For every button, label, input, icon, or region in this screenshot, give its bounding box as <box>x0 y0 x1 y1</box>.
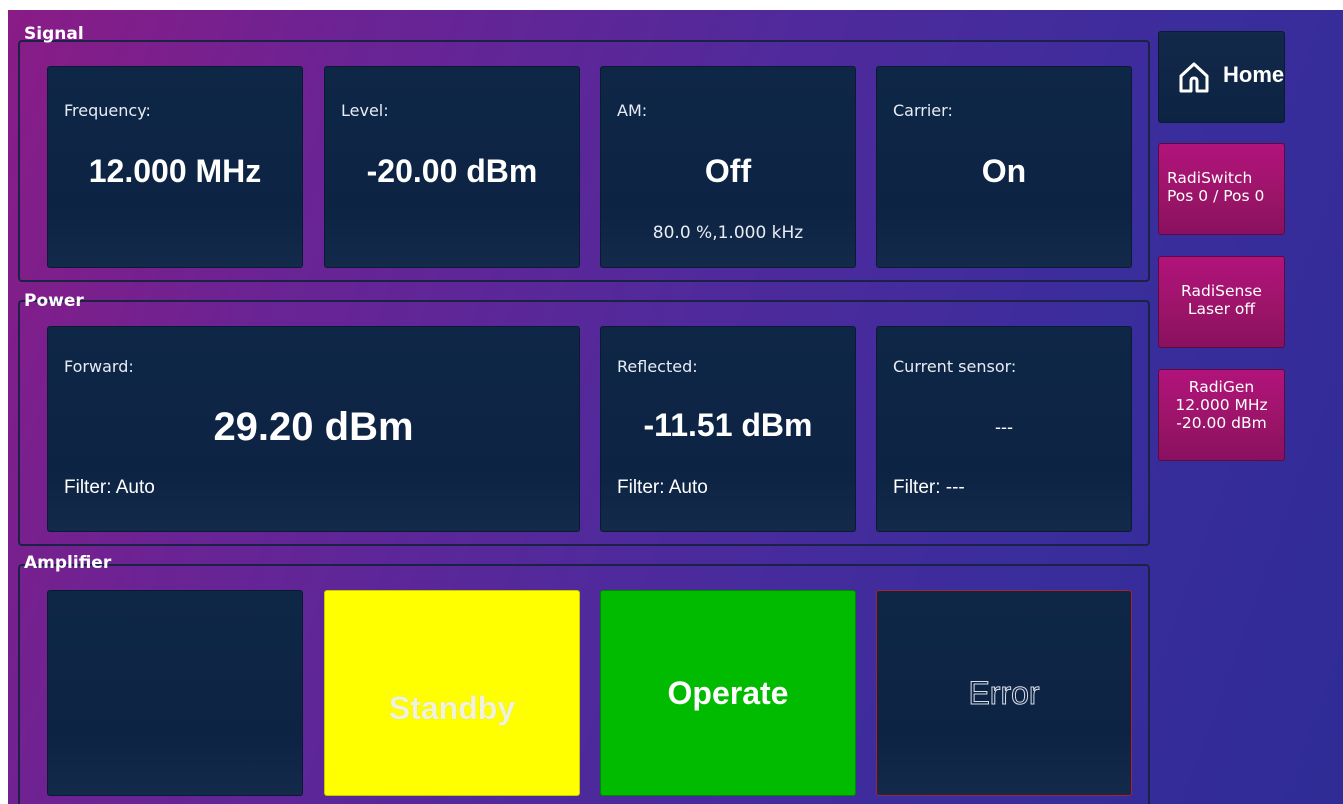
standby-button[interactable]: Standby <box>324 590 580 796</box>
forward-filter: Filter: Auto <box>64 477 155 498</box>
instrument-screen: Signal Frequency: 12.000 MHz Level: -20.… <box>8 10 1343 804</box>
current-sensor-tile[interactable]: Current sensor: --- Filter: --- <box>876 326 1132 532</box>
level-value: -20.00 dBm <box>366 153 538 189</box>
home-label: Home <box>1223 62 1285 87</box>
level-label: Level: <box>341 101 389 120</box>
carrier-label: Carrier: <box>893 101 953 120</box>
reflected-power-tile[interactable]: Reflected: -11.51 dBm Filter: Auto <box>600 326 856 532</box>
radigen-title: RadiGen <box>1188 378 1255 396</box>
radisense-status: Laser off <box>1187 300 1256 318</box>
current-sensor-value: --- <box>995 417 1013 437</box>
frequency-label: Frequency: <box>64 101 151 120</box>
am-label: AM: <box>617 101 648 120</box>
signal-group-title: Signal <box>24 24 84 44</box>
radigen-frequency: 12.000 MHz <box>1175 396 1268 414</box>
radigen-level: -20.00 dBm <box>1176 414 1267 432</box>
radisense-title: RadiSense <box>1181 282 1262 300</box>
home-icon <box>1177 60 1211 94</box>
level-tile[interactable]: Level: -20.00 dBm <box>324 66 580 268</box>
reflected-value: -11.51 dBm <box>643 407 813 443</box>
radiswitch-position: Pos 0 / Pos 0 <box>1167 187 1265 205</box>
power-group-title: Power <box>24 291 84 311</box>
am-detail: 80.0 %,1.000 kHz <box>652 223 804 243</box>
reflected-label: Reflected: <box>617 357 698 376</box>
forward-value: 29.20 dBm <box>213 405 414 449</box>
radiswitch-title: RadiSwitch <box>1167 169 1253 187</box>
amplifier-group-title: Amplifier <box>24 553 112 573</box>
current-sensor-filter: Filter: --- <box>893 477 965 498</box>
current-sensor-label: Current sensor: <box>893 357 1017 376</box>
error-indicator: Error <box>876 590 1132 796</box>
frequency-value: 12.000 MHz <box>88 153 262 189</box>
am-value: Off <box>704 153 752 189</box>
home-button[interactable]: Home <box>1158 31 1285 123</box>
reflected-filter: Filter: Auto <box>617 477 708 498</box>
radigen-button[interactable]: RadiGen 12.000 MHz -20.00 dBm <box>1158 369 1285 461</box>
carrier-tile[interactable]: Carrier: On <box>876 66 1132 268</box>
radiswitch-button[interactable]: RadiSwitch Pos 0 / Pos 0 <box>1158 143 1285 235</box>
am-tile[interactable]: AM: Off 80.0 %,1.000 kHz <box>600 66 856 268</box>
radisense-button[interactable]: RadiSense Laser off <box>1158 256 1285 348</box>
forward-power-tile[interactable]: Forward: 29.20 dBm Filter: Auto <box>47 326 580 532</box>
operate-button[interactable]: Operate <box>600 590 856 796</box>
forward-label: Forward: <box>64 357 134 376</box>
carrier-value: On <box>981 153 1027 189</box>
frequency-tile[interactable]: Frequency: 12.000 MHz <box>47 66 303 268</box>
amplifier-blank-tile <box>47 590 303 796</box>
